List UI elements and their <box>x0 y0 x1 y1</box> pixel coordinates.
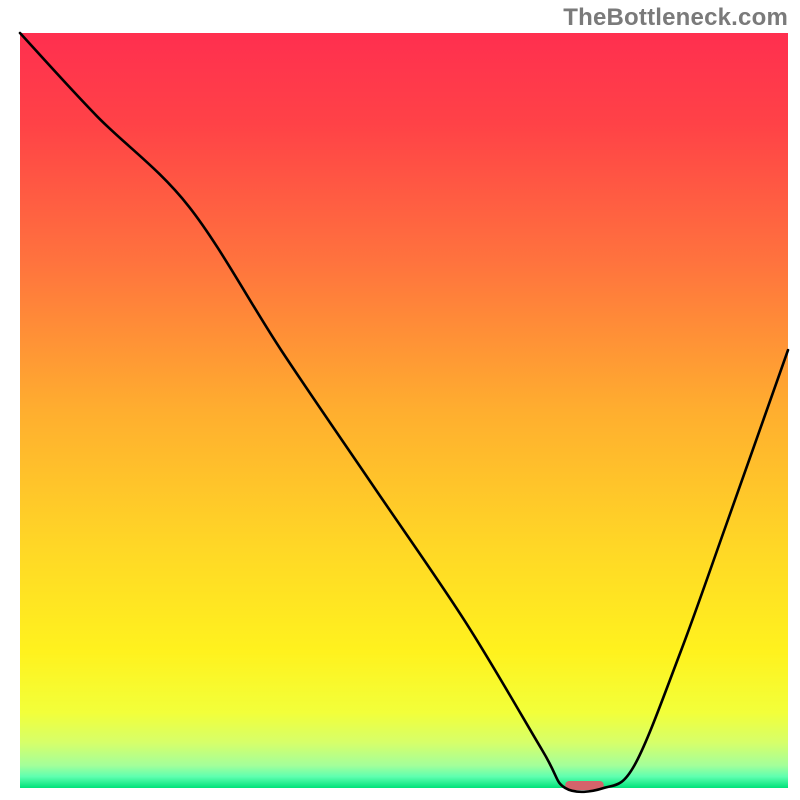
chart-stage: TheBottleneck.com <box>0 0 800 800</box>
watermark-text: TheBottleneck.com <box>563 4 788 32</box>
chart-svg <box>0 0 800 800</box>
